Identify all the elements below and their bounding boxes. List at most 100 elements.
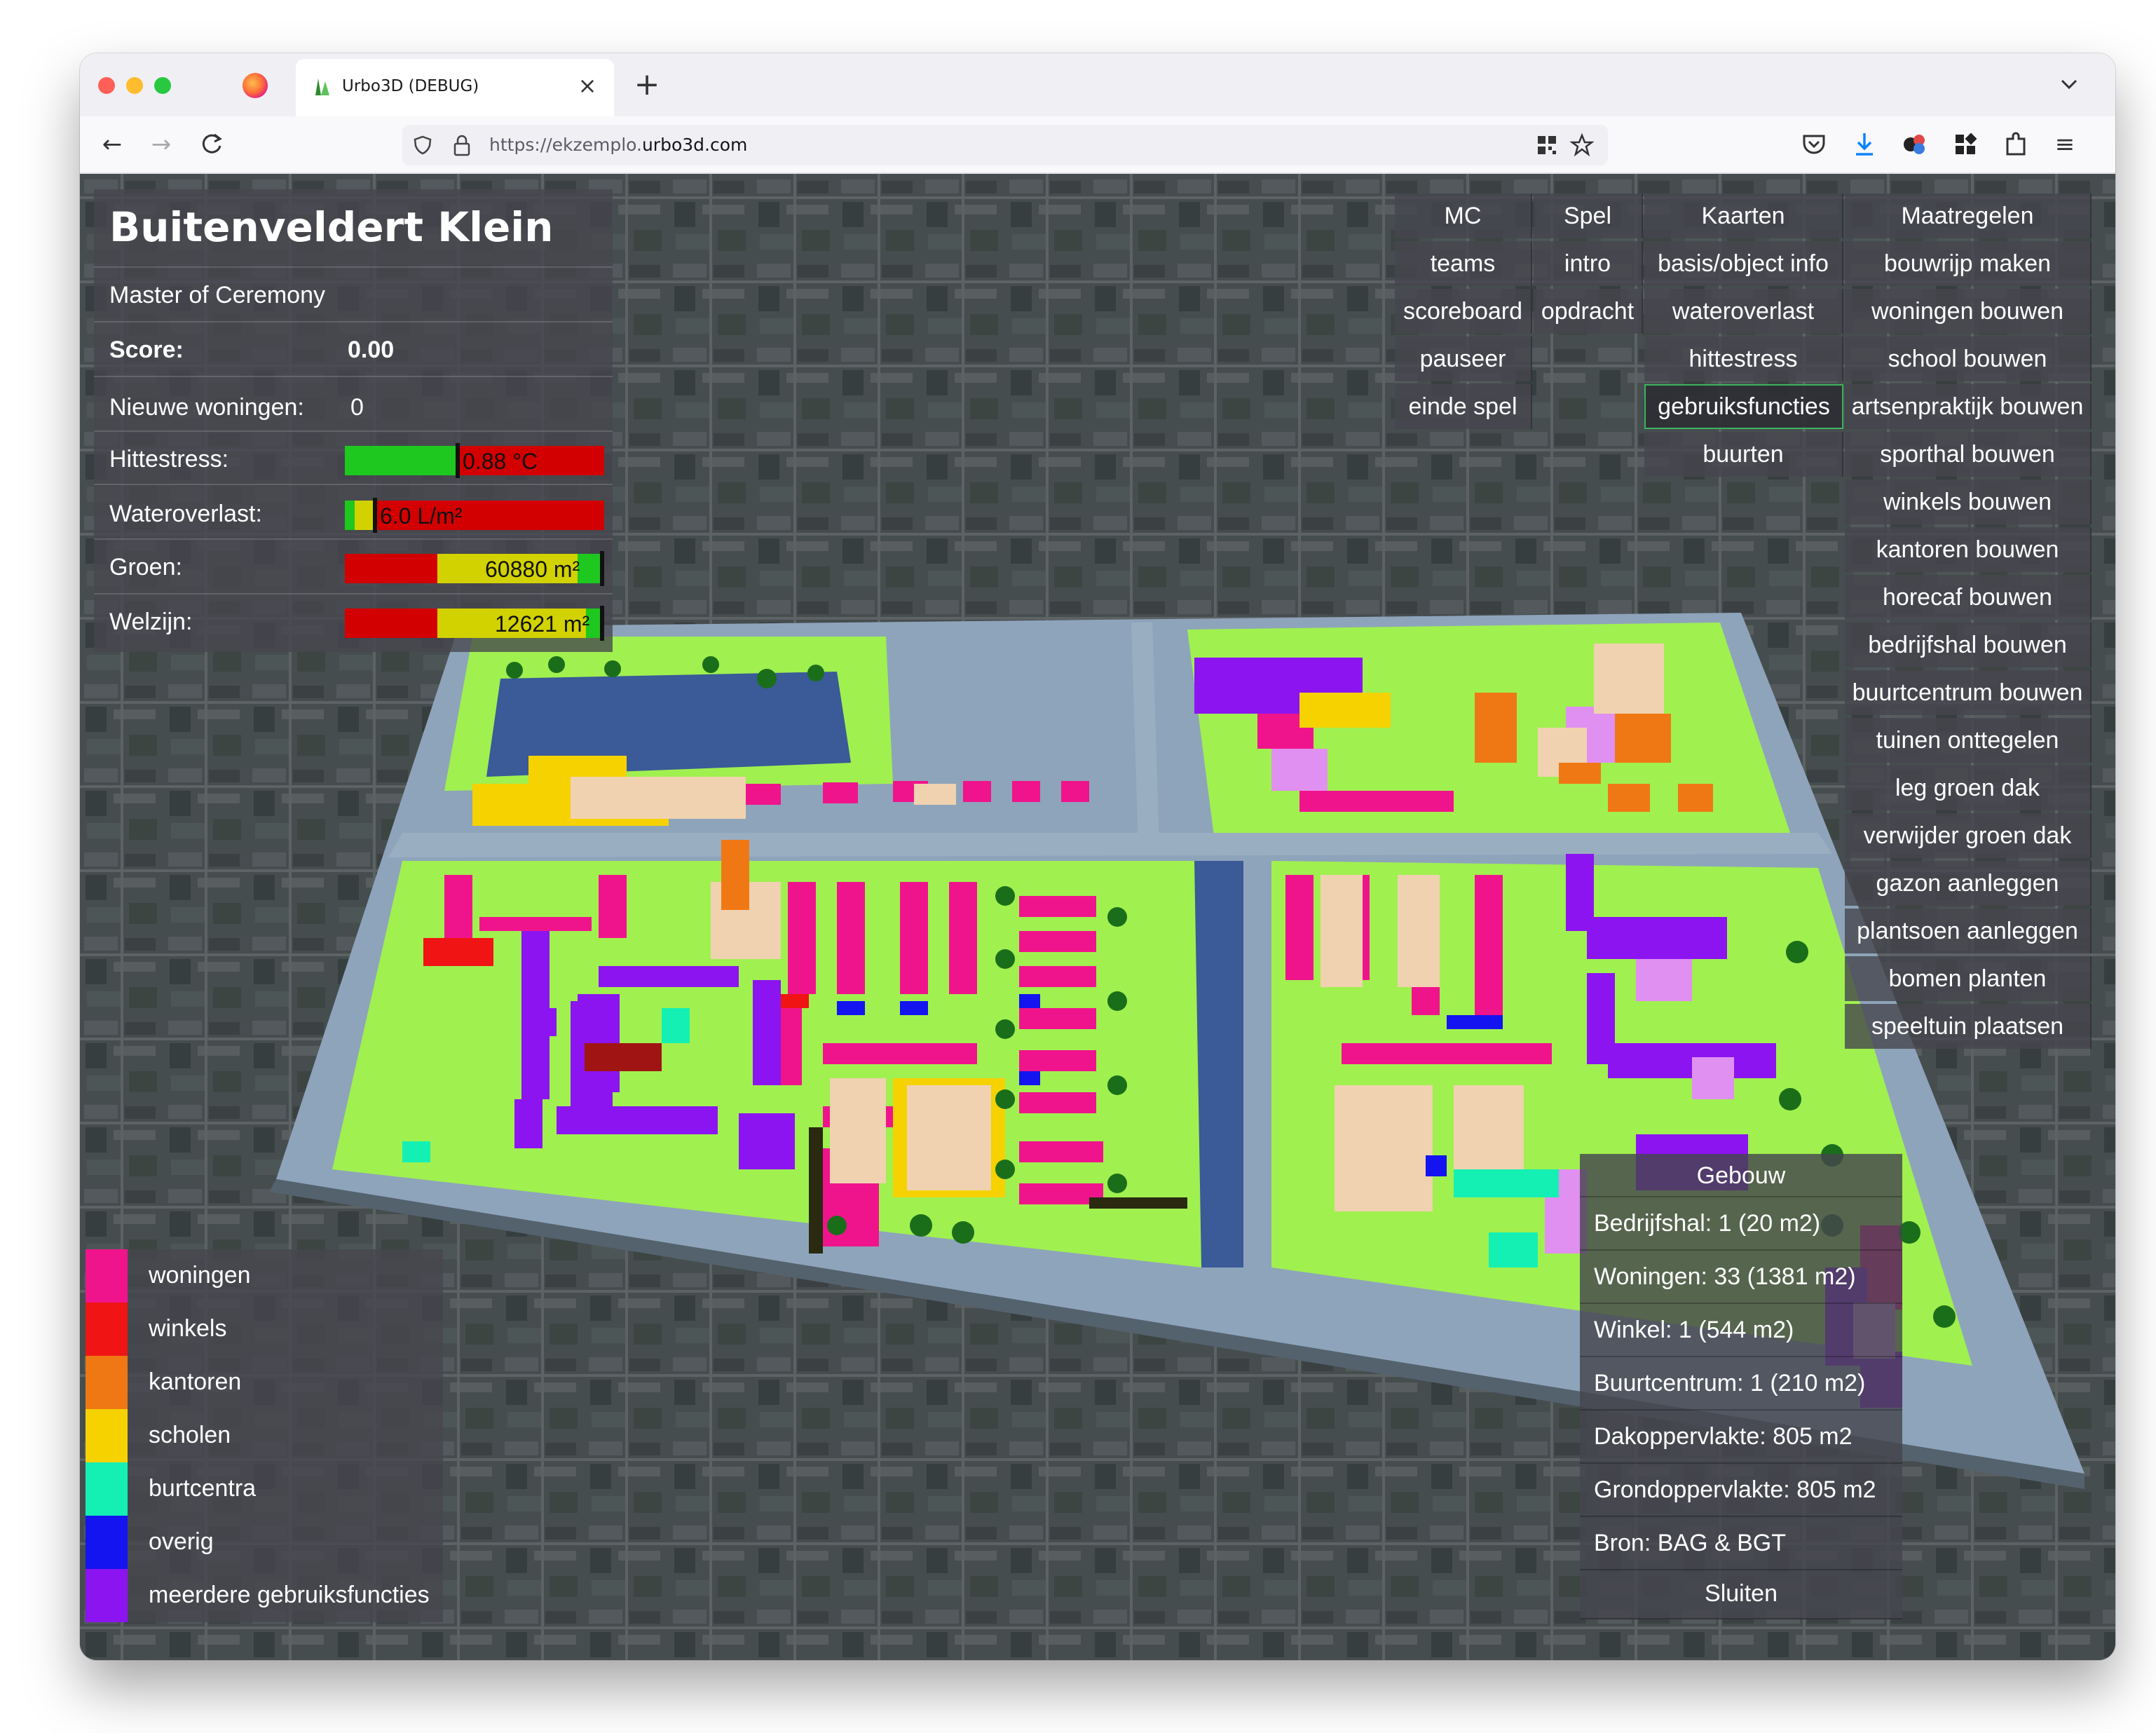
legend-item-woningen: woningen — [86, 1249, 443, 1303]
close-info-button[interactable]: Sluiten — [1580, 1570, 1902, 1619]
menu-item-buurten[interactable]: buurten — [1644, 432, 1843, 477]
info-row-bedrijfshal: Bedrijfshal: 1 (20 m2) — [1580, 1197, 1902, 1251]
shield-icon[interactable] — [412, 135, 433, 156]
menu-item-bouwrijp-maken[interactable]: bouwrijp maken — [1845, 241, 2092, 286]
minimize-window-button[interactable] — [126, 77, 143, 94]
puzzle-icon[interactable] — [2000, 129, 2031, 160]
heat-value: 0.88 °C — [463, 449, 538, 474]
extensions-grid-icon[interactable] — [1950, 129, 1981, 160]
legend-label: woningen — [149, 1262, 251, 1289]
menu-item-einde-spel[interactable]: einde spel — [1395, 384, 1532, 429]
legend-label: meerdere gebruiksfuncties — [149, 1582, 430, 1608]
menu-item-wateroverlast[interactable]: wateroverlast — [1644, 289, 1843, 334]
legend-item-burtcentra: burtcentra — [86, 1462, 443, 1516]
menu-item-speeltuin-plaatsen[interactable]: speeltuin plaatsen — [1845, 1004, 2092, 1049]
green-meter: 60880 m² — [345, 551, 604, 586]
welfare-marker — [600, 606, 604, 641]
info-row-dakoppervlakte: Dakoppervlakte: 805 m2 — [1580, 1411, 1902, 1464]
tab-bar: Urbo3D (DEBUG) × + — [80, 53, 2115, 116]
divider — [94, 430, 613, 432]
new-tab-button[interactable]: + — [629, 67, 664, 102]
qr-code-icon[interactable] — [1536, 135, 1557, 156]
legend-label: burtcentra — [149, 1475, 257, 1502]
url-bar[interactable]: https://ekzemplo.urbo3d.com — [402, 125, 1608, 165]
menu-item-buurtcentrum-bouwen[interactable]: buurtcentrum bouwen — [1845, 670, 2092, 715]
legend-swatch — [86, 1356, 128, 1409]
menu-item-sporthal-bouwen[interactable]: sporthal bouwen — [1845, 432, 2092, 477]
downloads-icon[interactable] — [1849, 129, 1880, 160]
menu-item-winkels-bouwen[interactable]: winkels bouwen — [1845, 480, 2092, 524]
url-text: https://ekzemplo.urbo3d.com — [489, 135, 748, 155]
extension-colorful-icon[interactable] — [1899, 129, 1930, 160]
menu-item-plantsoen-aanleggen[interactable]: plantsoen aanleggen — [1845, 909, 2092, 953]
legend-label: overig — [149, 1528, 214, 1555]
menu-item-teams[interactable]: teams — [1395, 241, 1532, 286]
menu-item-scoreboard[interactable]: scoreboard — [1395, 289, 1532, 334]
legend-swatch — [86, 1303, 128, 1356]
menu-item-tuinen-onttegelen[interactable]: tuinen onttegelen — [1845, 718, 2092, 763]
menu-item-woningen-bouwen[interactable]: woningen bouwen — [1845, 289, 2092, 334]
hamburger-menu-icon[interactable]: ≡ — [2049, 129, 2080, 160]
welfare-label: Welzijn: — [109, 609, 193, 635]
canal — [1194, 861, 1243, 1268]
menu-item-horecaf-bouwen[interactable]: horecaf bouwen — [1845, 575, 2092, 620]
score-label: Score: — [109, 337, 184, 363]
menu-item-artsenpraktijk-bouwen[interactable]: artsenpraktijk bouwen — [1845, 384, 2092, 429]
water-value: 6.0 L/m² — [380, 503, 463, 529]
menu-item-bedrijfshal-bouwen[interactable]: bedrijfshal bouwen — [1845, 623, 2092, 667]
legend-item-overig: overig — [86, 1516, 443, 1569]
menu-header-kaarten[interactable]: Kaarten — [1644, 193, 1843, 238]
menu-item-gazon-aanleggen[interactable]: gazon aanleggen — [1845, 861, 2092, 906]
maximize-window-button[interactable] — [154, 77, 171, 94]
menu-header-maatregelen[interactable]: Maatregelen — [1845, 193, 2092, 238]
divider — [94, 593, 613, 594]
chevron-down-icon[interactable] — [2055, 70, 2083, 98]
divider — [94, 376, 613, 377]
bookmark-star-icon[interactable] — [1570, 133, 1594, 157]
legend-item-meerdere-gebruiksfuncties: meerdere gebruiksfuncties — [86, 1569, 443, 1622]
firefox-icon[interactable] — [243, 73, 268, 98]
pocket-icon[interactable] — [1799, 129, 1829, 160]
forward-icon[interactable]: → — [146, 129, 177, 160]
legend-label: kantoren — [149, 1368, 242, 1395]
legend-swatch — [86, 1249, 128, 1303]
menu-item-kantoren-bouwen[interactable]: kantoren bouwen — [1845, 527, 2092, 572]
water-label: Wateroverlast: — [109, 501, 262, 527]
info-row-winkel: Winkel: 1 (544 m2) — [1580, 1304, 1902, 1357]
info-row-bron: Bron: BAG & BGT — [1580, 1517, 1902, 1570]
close-tab-icon[interactable]: × — [573, 72, 601, 100]
info-row-grondoppervlakte: Grondoppervlakte: 805 m2 — [1580, 1464, 1902, 1517]
welfare-value: 12621 m² — [495, 611, 590, 637]
menu-item-opdracht[interactable]: opdracht — [1534, 289, 1643, 334]
score-value: 0.00 — [348, 337, 395, 363]
back-icon[interactable]: ← — [97, 129, 128, 160]
menu-item-gebruiksfuncties[interactable]: gebruiksfuncties — [1644, 384, 1843, 429]
divider — [94, 266, 613, 268]
close-window-button[interactable] — [98, 77, 115, 94]
legend-swatch — [86, 1409, 128, 1462]
info-header: Gebouw — [1580, 1154, 1902, 1197]
map-viewport[interactable]: Buitenveldert Klein Master of Ceremony S… — [80, 174, 2115, 1660]
tab-title: Urbo3D (DEBUG) — [342, 77, 479, 95]
legend-swatch — [86, 1516, 128, 1569]
reload-icon[interactable] — [196, 129, 227, 160]
road — [388, 833, 1832, 857]
heat-meter: 0.88 °C — [345, 443, 604, 478]
menu-header-spel[interactable]: Spel — [1534, 193, 1643, 238]
menu-header-mc[interactable]: MC — [1395, 193, 1532, 238]
legend-item-winkels: winkels — [86, 1303, 443, 1356]
divider — [94, 484, 613, 485]
menu-item-basis-object-info[interactable]: basis/object info — [1644, 241, 1843, 286]
menu-item-verwijder-groen-dak[interactable]: verwijder groen dak — [1845, 813, 2092, 858]
lock-icon[interactable] — [451, 133, 472, 157]
menu-item-pauseer[interactable]: pauseer — [1395, 337, 1532, 381]
menu-item-school-bouwen[interactable]: school bouwen — [1845, 337, 2092, 381]
menu-item-intro[interactable]: intro — [1534, 241, 1643, 286]
page-title: Buitenveldert Klein — [109, 203, 554, 251]
menu-item-bomen-planten[interactable]: bomen planten — [1845, 956, 2092, 1001]
menu-item-hittestress[interactable]: hittestress — [1644, 337, 1843, 381]
menu-item-leg-groen-dak[interactable]: leg groen dak — [1845, 766, 2092, 810]
info-row-buurtcentrum: Buurtcentrum: 1 (210 m2) — [1580, 1357, 1902, 1411]
tab-urbo3d[interactable]: Urbo3D (DEBUG) × — [296, 59, 614, 116]
info-row-woningen: Woningen: 33 (1381 m2) — [1580, 1251, 1902, 1304]
